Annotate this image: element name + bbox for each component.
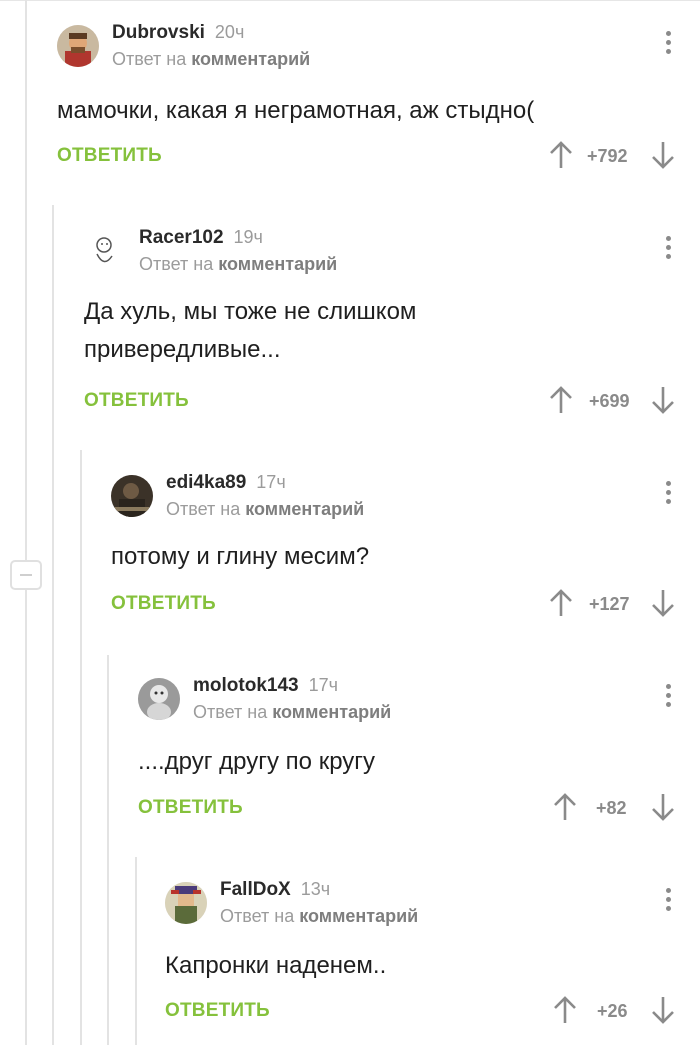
upvote-arrow-icon[interactable] xyxy=(547,140,575,170)
dark-photo-avatar[interactable] xyxy=(111,475,153,517)
comment: molotok143 17ч Ответ на комментарий ....д… xyxy=(138,675,700,828)
author-name[interactable]: molotok143 xyxy=(193,675,299,696)
upvote-arrow-icon[interactable] xyxy=(547,385,575,415)
reply-prefix: Ответ на xyxy=(139,254,214,274)
comment-score: +792 xyxy=(587,146,628,166)
reply-target-link[interactable]: комментарий xyxy=(299,906,418,926)
bearded-man-avatar[interactable] xyxy=(57,25,99,67)
comment-score: +82 xyxy=(596,798,627,818)
reply-target-link[interactable]: комментарий xyxy=(191,49,310,69)
downvote-arrow-icon[interactable] xyxy=(649,588,677,618)
more-options-icon[interactable] xyxy=(666,31,672,57)
more-options-icon[interactable] xyxy=(666,481,672,507)
comment-score: +699 xyxy=(589,391,630,411)
reply-button[interactable]: ОТВЕТИТЬ xyxy=(57,145,162,167)
upvote-arrow-icon[interactable] xyxy=(547,588,575,618)
thread-line-level-3[interactable] xyxy=(107,655,109,1045)
upvote-arrow-icon[interactable] xyxy=(551,792,579,822)
comment-score: +127 xyxy=(589,594,630,614)
comment-time: 13ч xyxy=(300,879,331,899)
comment-text: мамочки, какая я неграмотная, аж стыдно( xyxy=(57,97,535,124)
downvote-arrow-icon[interactable] xyxy=(649,140,677,170)
comment: Racer102 19ч Ответ на комментарий Да хуль… xyxy=(84,227,700,430)
comment-text: Капронки наденем.. xyxy=(165,952,387,979)
reply-info: Ответ на комментарий xyxy=(139,254,337,275)
more-options-icon[interactable] xyxy=(666,236,672,262)
collapse-thread-button[interactable] xyxy=(10,560,42,590)
reply-button[interactable]: ОТВЕТИТЬ xyxy=(165,1000,270,1022)
reply-target-link[interactable]: комментарий xyxy=(245,499,364,519)
thread-line-level-0[interactable] xyxy=(25,0,27,1045)
downvote-arrow-icon[interactable] xyxy=(649,385,677,415)
comment-time: 17ч xyxy=(308,675,338,695)
reply-button[interactable]: ОТВЕТИТЬ xyxy=(138,797,243,819)
reply-prefix: Ответ на xyxy=(166,499,241,519)
reply-target-link[interactable]: комментарий xyxy=(218,254,337,274)
reply-target-link[interactable]: комментарий xyxy=(272,702,391,722)
comment-time: 17ч xyxy=(256,472,286,492)
comment: Dubrovski 20ч Ответ на комментарий мамочк… xyxy=(57,22,700,185)
thread-line-level-4[interactable] xyxy=(135,857,137,1045)
comment-meta: FallDoX 13ч xyxy=(220,879,330,901)
comment-time: 19ч xyxy=(233,227,263,247)
more-options-icon[interactable] xyxy=(666,684,672,710)
top-border xyxy=(0,0,700,1)
author-name[interactable]: FallDoX xyxy=(220,879,291,900)
comment-meta: edi4ka89 17ч xyxy=(166,472,286,494)
comment-meta: Racer102 19ч xyxy=(139,227,263,249)
baby-photo-avatar[interactable] xyxy=(138,678,180,720)
reply-info: Ответ на комментарий xyxy=(166,499,364,520)
comment-text: потому и глину месим? xyxy=(111,543,370,570)
pixel-character-avatar[interactable] xyxy=(165,882,207,924)
reply-prefix: Ответ на xyxy=(112,49,187,69)
more-options-icon[interactable] xyxy=(666,888,672,914)
reply-button[interactable]: ОТВЕТИТЬ xyxy=(111,593,216,615)
author-name[interactable]: Racer102 xyxy=(139,227,224,248)
comment-meta: Dubrovski 20ч xyxy=(112,22,244,44)
author-name[interactable]: Dubrovski xyxy=(112,22,205,43)
downvote-arrow-icon[interactable] xyxy=(649,792,677,822)
comment-meta: molotok143 17ч xyxy=(193,675,338,697)
comment-text: ....друг другу по кругу xyxy=(138,748,376,775)
baby-sketch-avatar[interactable] xyxy=(84,230,126,272)
comment: FallDoX 13ч Ответ на комментарий Капронки… xyxy=(165,879,700,1032)
comment-score: +26 xyxy=(597,1001,628,1021)
comment-text: Да хуль, мы тоже не слишком привередливы… xyxy=(84,298,417,363)
reply-prefix: Ответ на xyxy=(193,702,268,722)
downvote-arrow-icon[interactable] xyxy=(649,995,677,1025)
author-name[interactable]: edi4ka89 xyxy=(166,472,246,493)
reply-info: Ответ на комментарий xyxy=(112,49,310,70)
reply-info: Ответ на комментарий xyxy=(193,702,391,723)
reply-button[interactable]: ОТВЕТИТЬ xyxy=(84,390,189,412)
comment-time: 20ч xyxy=(214,22,245,42)
thread-line-level-1[interactable] xyxy=(52,205,54,1045)
reply-prefix: Ответ на xyxy=(220,906,295,926)
reply-info: Ответ на комментарий xyxy=(220,906,418,927)
thread-line-level-2[interactable] xyxy=(80,450,82,1045)
comment: edi4ka89 17ч Ответ на комментарий потому … xyxy=(111,472,700,625)
upvote-arrow-icon[interactable] xyxy=(551,995,579,1025)
